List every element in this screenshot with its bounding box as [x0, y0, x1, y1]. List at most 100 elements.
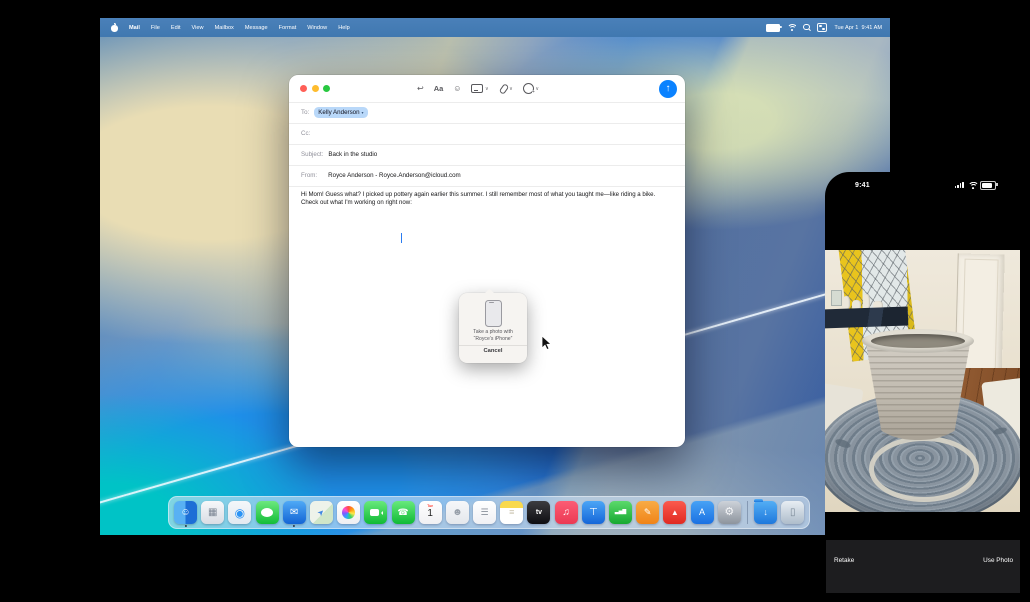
- dock-launchpad-icon[interactable]: ▦: [201, 501, 224, 524]
- downloads-glyph: ↓: [763, 508, 768, 517]
- popup-divider: [459, 345, 527, 346]
- dock-mail-icon[interactable]: ✉: [283, 501, 306, 524]
- contacts-glyph: ☻: [452, 508, 463, 518]
- dock-pages-icon[interactable]: ✎: [636, 501, 659, 524]
- to-field-row[interactable]: To: Kelly Anderson ▾: [289, 102, 685, 124]
- apple-menu-icon[interactable]: [111, 24, 118, 32]
- mac-desktop: Mail File Edit View Mailbox Message Format Wind…: [100, 18, 890, 535]
- pages-glyph: ✎: [644, 508, 652, 517]
- insert-photo-button[interactable]: ∨: [523, 83, 539, 94]
- menu-view[interactable]: View: [192, 25, 204, 31]
- finder-glyph: ☺: [180, 508, 190, 518]
- control-center-icon[interactable]: [817, 23, 827, 32]
- dock-app-store-icon[interactable]: A: [691, 501, 714, 524]
- search-icon[interactable]: [803, 24, 810, 31]
- menu-mail[interactable]: Mail: [129, 25, 140, 31]
- take-photo-popup: Take a photo with “Royce’s iPhone” Cance…: [459, 293, 527, 363]
- dock-safari-icon[interactable]: ◉: [228, 501, 251, 524]
- notes-glyph: ≡: [509, 508, 514, 517]
- dock-messages-icon[interactable]: [256, 501, 279, 524]
- menu-file[interactable]: File: [151, 25, 160, 31]
- subject-field-row[interactable]: Subject: Back in the studio: [289, 144, 685, 166]
- send-button[interactable]: ↑: [659, 80, 677, 98]
- from-field-row[interactable]: From: Royce Anderson - Royce.Anderson@ic…: [289, 165, 685, 187]
- text-insertion-caret: [401, 233, 402, 243]
- retake-button[interactable]: Retake: [834, 557, 854, 564]
- dock-photos-icon[interactable]: [337, 501, 360, 524]
- dock-rocket-icon[interactable]: ▲: [663, 501, 686, 524]
- running-indicator: [293, 525, 295, 527]
- tv-glyph: tv: [536, 509, 542, 516]
- menu-mailbox[interactable]: Mailbox: [215, 25, 234, 31]
- captured-photo: [825, 250, 1020, 512]
- zoom-button[interactable]: [323, 85, 330, 92]
- dock-system-settings-icon[interactable]: ⚙: [718, 501, 741, 524]
- menu-edit[interactable]: Edit: [171, 25, 181, 31]
- attach-button[interactable]: ∨: [499, 84, 513, 94]
- music-glyph: ♫: [562, 508, 570, 518]
- dock-facetime-icon[interactable]: [364, 501, 387, 524]
- dock-reminders-icon[interactable]: ☰: [473, 501, 496, 524]
- camera-action-bar: Retake Use Photo: [826, 540, 1020, 593]
- camera-insert-icon: [523, 83, 534, 94]
- menu-message[interactable]: Message: [245, 25, 268, 31]
- dock-calendar-icon[interactable]: Tue1: [419, 501, 442, 524]
- emoji-icon[interactable]: ☺: [453, 85, 461, 93]
- use-photo-button[interactable]: Use Photo: [983, 557, 1013, 564]
- wifi-icon[interactable]: [787, 24, 796, 31]
- close-button[interactable]: [300, 85, 307, 92]
- dock-numbers-icon[interactable]: ▃▅▇: [609, 501, 632, 524]
- to-label: To:: [301, 109, 309, 116]
- running-indicator: [184, 525, 186, 527]
- dock-notes-icon[interactable]: ≡: [500, 501, 523, 524]
- phone-glyph: ☎: [397, 508, 408, 517]
- mail-toolbar: ↩ Aa ☺ ∨ ∨ ∨ ↑: [289, 75, 685, 103]
- undo-icon[interactable]: ↩: [417, 85, 424, 93]
- maps-glyph: ➤: [316, 507, 326, 517]
- to-recipient-token[interactable]: Kelly Anderson ▾: [314, 107, 367, 117]
- battery-icon[interactable]: [766, 24, 780, 32]
- message-body[interactable]: Hi Mom! Guess what? I picked up pottery …: [301, 191, 673, 207]
- system-settings-glyph: ⚙: [724, 507, 734, 518]
- popup-line1: Take a photo with: [459, 329, 527, 336]
- iphone-icon: [485, 300, 502, 327]
- menu-format[interactable]: Format: [279, 25, 297, 31]
- paperclip-icon: [499, 84, 508, 94]
- dock: ☺ ▦ ◉ ✉ ➤ ☎ Tue1 ☻ ☰ ≡ tv ♫ ⊤ ▃▅▇ ✎ ▲ A ⚙ ↓ ▯: [168, 496, 810, 529]
- minimize-button[interactable]: [312, 85, 319, 92]
- dock-divider: [747, 501, 748, 524]
- calendar-day: 1: [419, 508, 442, 519]
- calendar-weekday: Tue: [419, 504, 442, 508]
- dock-downloads-icon[interactable]: ↓: [754, 501, 777, 524]
- dock-finder-icon[interactable]: ☺: [174, 501, 197, 524]
- menu-window[interactable]: Window: [307, 25, 327, 31]
- dock-phone-icon[interactable]: ☎: [392, 501, 415, 524]
- dock-trash-icon[interactable]: ▯: [781, 501, 804, 524]
- cc-field-row[interactable]: Cc:: [289, 123, 685, 145]
- cc-label: Cc:: [301, 130, 310, 137]
- dock-maps-icon[interactable]: ➤: [310, 501, 333, 524]
- menu-help[interactable]: Help: [338, 25, 350, 31]
- from-value: Royce Anderson - Royce.Anderson@icloud.c…: [328, 172, 461, 179]
- keynote-glyph: ⊤: [589, 508, 598, 518]
- menu-bar-clock[interactable]: Tue Apr 1 9:41 AM: [834, 25, 882, 31]
- iphone-screen: 9:41 Retake Use Photo: [825, 172, 1030, 602]
- dock-tv-icon[interactable]: tv: [527, 501, 550, 524]
- mail-compose-window: ↩ Aa ☺ ∨ ∨ ∨ ↑ To: Kel: [289, 75, 685, 447]
- dock-keynote-icon[interactable]: ⊤: [582, 501, 605, 524]
- chevron-down-icon: ∨: [485, 86, 489, 92]
- cancel-button[interactable]: Cancel: [459, 348, 527, 354]
- battery-icon: [980, 181, 996, 190]
- reminders-glyph: ☰: [481, 508, 489, 517]
- launchpad-glyph: ▦: [208, 508, 217, 518]
- subject-value: Back in the studio: [328, 151, 377, 158]
- menu-bar: Mail File Edit View Mailbox Message Format Wind…: [100, 18, 890, 37]
- dock-contacts-icon[interactable]: ☻: [446, 501, 469, 524]
- popup-text: Take a photo with “Royce’s iPhone”: [459, 329, 527, 344]
- dock-music-icon[interactable]: ♫: [555, 501, 578, 524]
- rocket-glyph: ▲: [671, 509, 679, 517]
- format-icon[interactable]: Aa: [434, 84, 444, 93]
- header-fields-button[interactable]: ∨: [471, 84, 488, 94]
- menu-bar-status: Tue Apr 1 9:41 AM: [766, 23, 890, 32]
- studio-shelf: [825, 306, 908, 328]
